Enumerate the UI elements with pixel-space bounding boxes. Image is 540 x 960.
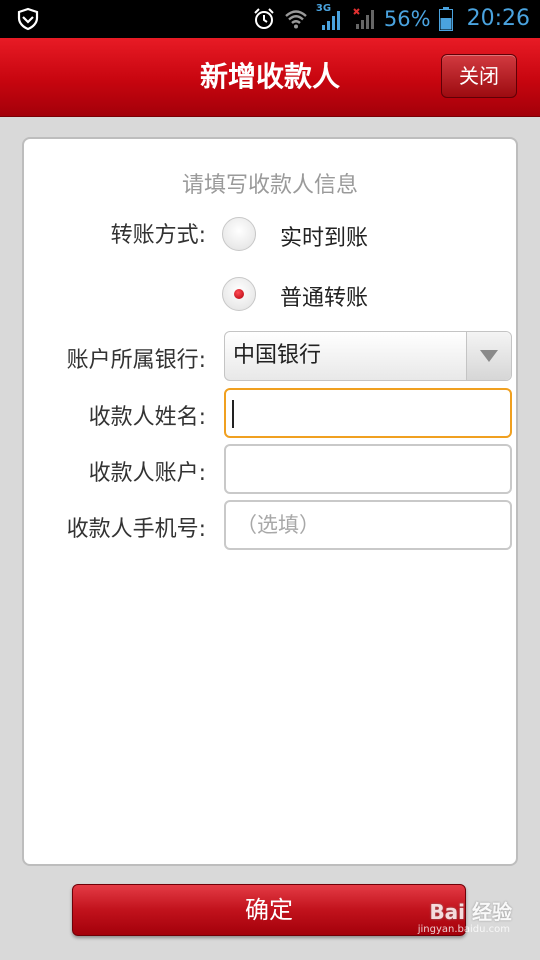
transfer-method-label: 转账方式:	[110, 223, 206, 248]
baidu-watermark: Bai 经验	[429, 900, 512, 924]
chevron-down-icon	[480, 350, 498, 362]
wifi-icon	[285, 10, 307, 29]
radio-realtime[interactable]	[222, 217, 256, 251]
dropdown-arrow[interactable]	[466, 332, 511, 380]
watermark-url: jingyan.baidu.com	[417, 924, 510, 935]
radio-normal-label[interactable]: 普通转账	[280, 280, 368, 312]
bank-select[interactable]: 中国银行	[224, 331, 512, 381]
payee-name-input[interactable]	[224, 388, 512, 438]
alarm-icon	[254, 8, 274, 29]
bank-label: 账户所属银行:	[66, 348, 206, 373]
battery-percent: 56%	[383, 7, 431, 31]
close-button[interactable]: 关闭	[441, 54, 517, 98]
radio-selected-dot	[234, 289, 244, 299]
signal-3g-icon: 3G	[316, 3, 344, 31]
payee-name-label: 收款人姓名:	[88, 405, 206, 430]
title-bar: 新增收款人 关闭	[0, 38, 540, 117]
status-bar: 3G 56% 20:26	[0, 0, 540, 38]
payee-phone-placeholder: （选填）	[236, 513, 320, 537]
radio-realtime-label[interactable]: 实时到账	[280, 220, 368, 252]
payee-phone-input[interactable]: （选填）	[224, 500, 512, 550]
battery-icon	[438, 7, 453, 31]
payee-account-label: 收款人账户:	[88, 461, 206, 486]
text-caret	[232, 400, 234, 428]
bank-select-value: 中国银行	[233, 343, 322, 368]
clock: 20:26	[466, 6, 530, 31]
confirm-button[interactable]: 确定	[72, 884, 466, 936]
form-title: 请填写收款人信息	[181, 173, 358, 198]
payee-account-input[interactable]	[224, 444, 512, 494]
shield-icon	[17, 7, 39, 31]
payee-phone-label: 收款人手机号:	[66, 517, 206, 542]
no-signal-icon	[353, 8, 374, 29]
radio-normal[interactable]	[222, 277, 256, 311]
payee-form-card: 请填写收款人信息 转账方式: 实时到账 普通转账 账户所属银行: 中国银行 收款…	[22, 137, 518, 866]
